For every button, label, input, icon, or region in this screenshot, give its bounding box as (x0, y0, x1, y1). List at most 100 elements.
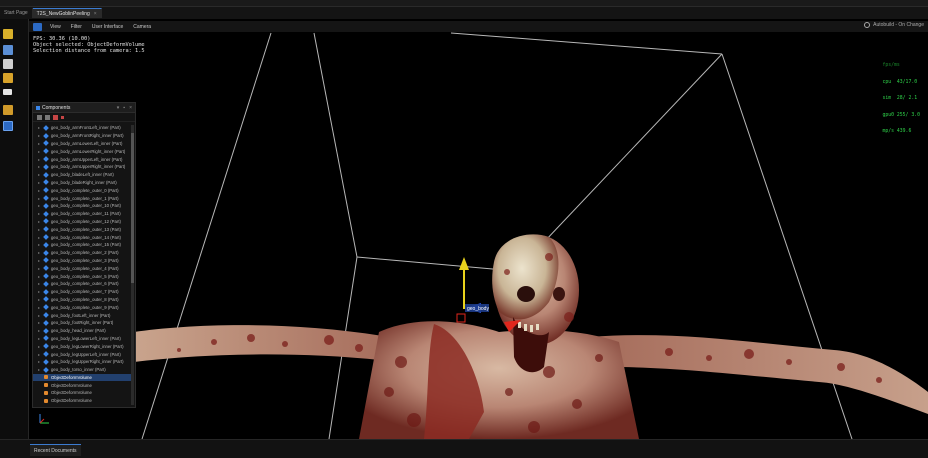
close-icon[interactable]: × (129, 105, 132, 111)
chevron-right-icon[interactable]: ▸ (38, 211, 42, 216)
chevron-right-icon[interactable]: ▸ (38, 328, 42, 333)
list-item[interactable]: ▸ geo_body_footLeft_inner (Part) (33, 311, 131, 319)
part-icon (43, 265, 49, 272)
chevron-right-icon[interactable]: ▸ (38, 125, 42, 130)
error-icon[interactable] (61, 115, 64, 119)
chevron-right-icon[interactable]: ▸ (38, 133, 42, 138)
chevron-right-icon[interactable]: ▸ (38, 313, 42, 318)
tab-label: Start Page (4, 10, 28, 16)
list-item[interactable]: ▸ geo_body_head_inner (Part) (33, 327, 131, 335)
chevron-right-icon[interactable]: ▸ (38, 172, 42, 177)
menu-user-interface[interactable]: User Interface (87, 24, 128, 30)
chevron-right-icon[interactable]: ▸ (38, 227, 42, 232)
list-item[interactable]: ObjectDeformVolume (33, 389, 131, 397)
list-item[interactable]: ▸ geo_body_legLowerRight_inner (Part) (33, 342, 131, 350)
dropdown-icon[interactable]: ▾ (117, 105, 120, 111)
list-item[interactable]: ▸ geo_body_complete_outer_3 (Part) (33, 257, 131, 265)
scrollbar-thumb[interactable] (131, 133, 134, 283)
chevron-right-icon[interactable]: ▸ (38, 305, 42, 310)
components-scrollbar[interactable] (131, 125, 134, 405)
chevron-right-icon[interactable]: ▸ (38, 157, 42, 162)
pin-icon[interactable]: ▪ (123, 105, 125, 111)
part-icon (43, 327, 49, 334)
chevron-right-icon[interactable]: ▸ (38, 141, 42, 146)
menu-filter[interactable]: Filter (66, 24, 87, 30)
scene-icon[interactable] (3, 29, 13, 39)
list-item[interactable]: ▸ geo_body_legLowerLeft_inner (Part) (33, 335, 131, 343)
list-item[interactable]: ▸ geo_body_complete_outer_5 (Part) (33, 272, 131, 280)
chevron-right-icon[interactable]: ▸ (38, 359, 42, 364)
chevron-right-icon[interactable]: ▸ (38, 219, 42, 224)
chevron-right-icon[interactable]: ▸ (38, 336, 42, 341)
list-item[interactable]: ▸ geo_body_complete_outer_1 (Part) (33, 194, 131, 202)
list-item[interactable]: ▸ geo_body_armLowerRight_inner (Part) (33, 147, 131, 155)
list-item[interactable]: ▸ geo_body_complete_outer_12 (Part) (33, 218, 131, 226)
layers-icon[interactable] (3, 45, 13, 55)
chevron-right-icon[interactable]: ▸ (38, 352, 42, 357)
list-item[interactable]: ▸ geo_body_complete_outer_9 (Part) (33, 303, 131, 311)
list-item[interactable]: ▸ geo_body_armUpperRight_inner (Part) (33, 163, 131, 171)
list-item[interactable]: ▸ geo_body_complete_outer_0 (Part) (33, 186, 131, 194)
components-icon[interactable] (3, 121, 13, 131)
cloud-icon[interactable] (3, 105, 13, 115)
list-item[interactable]: ▸ geo_body_complete_outer_7 (Part) (33, 288, 131, 296)
chevron-right-icon[interactable]: ▸ (38, 250, 42, 255)
list-item[interactable]: ▸ geo_body_complete_outer_6 (Part) (33, 280, 131, 288)
menu-view[interactable]: View (45, 24, 66, 30)
viewport-icon[interactable] (33, 22, 42, 31)
list-item[interactable]: ObjectDeformVolume (33, 381, 131, 389)
list-item[interactable]: ▸ geo_body_bladeLeft_inner (Part) (33, 171, 131, 179)
list-item[interactable]: ObjectDeformVolume (33, 373, 131, 382)
part-icon (43, 132, 49, 139)
list-item[interactable]: ▸ geo_body_footRight_inner (Part) (33, 319, 131, 327)
chevron-right-icon[interactable]: ▸ (38, 274, 42, 279)
chevron-right-icon[interactable]: ▸ (38, 188, 42, 193)
chevron-right-icon[interactable]: ▸ (38, 320, 42, 325)
list-item[interactable]: ▸ geo_body_complete_outer_14 (Part) (33, 233, 131, 241)
list-item[interactable]: ObjectDeformVolume (33, 397, 131, 405)
copy-icon[interactable] (37, 114, 42, 120)
paste-icon[interactable] (45, 114, 50, 120)
list-item[interactable]: ▸ geo_body_complete_outer_13 (Part) (33, 225, 131, 233)
list-item[interactable]: ▸ geo_body_complete_outer_8 (Part) (33, 296, 131, 304)
tab-active-document[interactable]: T2S_NewGoblinPeeling × (32, 8, 102, 18)
list-item[interactable]: ▸ geo_body_bladeRight_inner (Part) (33, 179, 131, 187)
list-item[interactable]: ▸ geo_body_legUpperLeft_inner (Part) (33, 350, 131, 358)
hierarchy-icon[interactable] (3, 73, 13, 83)
list-item[interactable]: ▸ geo_body_torso_inner (Part) (33, 366, 131, 374)
list-item[interactable]: ▸ geo_body_legUpperRight_inner (Part) (33, 358, 131, 366)
list-item[interactable]: ▸ geo_body_complete_outer_15 (Part) (33, 241, 131, 249)
chevron-right-icon[interactable]: ▸ (38, 180, 42, 185)
chevron-right-icon[interactable]: ▸ (38, 266, 42, 271)
chevron-right-icon[interactable]: ▸ (38, 164, 42, 169)
list-item[interactable]: ▸ geo_body_complete_outer_11 (Part) (33, 210, 131, 218)
menu-camera[interactable]: Camera (128, 24, 156, 30)
close-icon[interactable]: × (94, 11, 97, 17)
chevron-right-icon[interactable]: ▸ (38, 289, 42, 294)
list-item[interactable]: ▸ geo_body_armFrontLeft_inner (Part) (33, 124, 131, 132)
graph-icon[interactable] (3, 59, 13, 69)
chevron-right-icon[interactable]: ▸ (38, 149, 42, 154)
list-item[interactable]: ▸ geo_body_complete_outer_2 (Part) (33, 249, 131, 257)
chevron-right-icon[interactable]: ▸ (38, 367, 42, 372)
delete-icon[interactable] (53, 114, 58, 120)
chevron-right-icon[interactable]: ▸ (38, 258, 42, 263)
tab-start-page[interactable]: Start Page (0, 8, 33, 18)
list-item[interactable]: ▸ geo_body_complete_outer_4 (Part) (33, 264, 131, 272)
chevron-right-icon[interactable]: ▸ (38, 344, 42, 349)
transform-icon[interactable] (3, 89, 12, 95)
list-item[interactable]: ▸ geo_body_complete_outer_10 (Part) (33, 202, 131, 210)
part-icon (43, 257, 49, 264)
3d-viewport[interactable]: geo_body FPS: 30.36 (10.00) Object select… (29, 32, 928, 439)
chevron-right-icon[interactable]: ▸ (38, 281, 42, 286)
list-item[interactable]: ▸ geo_body_armUpperLeft_inner (Part) (33, 155, 131, 163)
chevron-right-icon[interactable]: ▸ (38, 297, 42, 302)
chevron-right-icon[interactable]: ▸ (38, 196, 42, 201)
chevron-right-icon[interactable]: ▸ (38, 242, 42, 247)
chevron-right-icon[interactable]: ▸ (38, 235, 42, 240)
chevron-right-icon[interactable]: ▸ (38, 203, 42, 208)
list-item[interactable]: ▸ geo_body_armFrontRight_inner (Part) (33, 132, 131, 140)
list-item[interactable]: ▸ geo_body_armLowerLeft_inner (Part) (33, 140, 131, 148)
autobuild-toggle[interactable]: Autobuild - On Change (864, 22, 924, 28)
tab-recent-documents[interactable]: Recent Documents (30, 444, 81, 456)
